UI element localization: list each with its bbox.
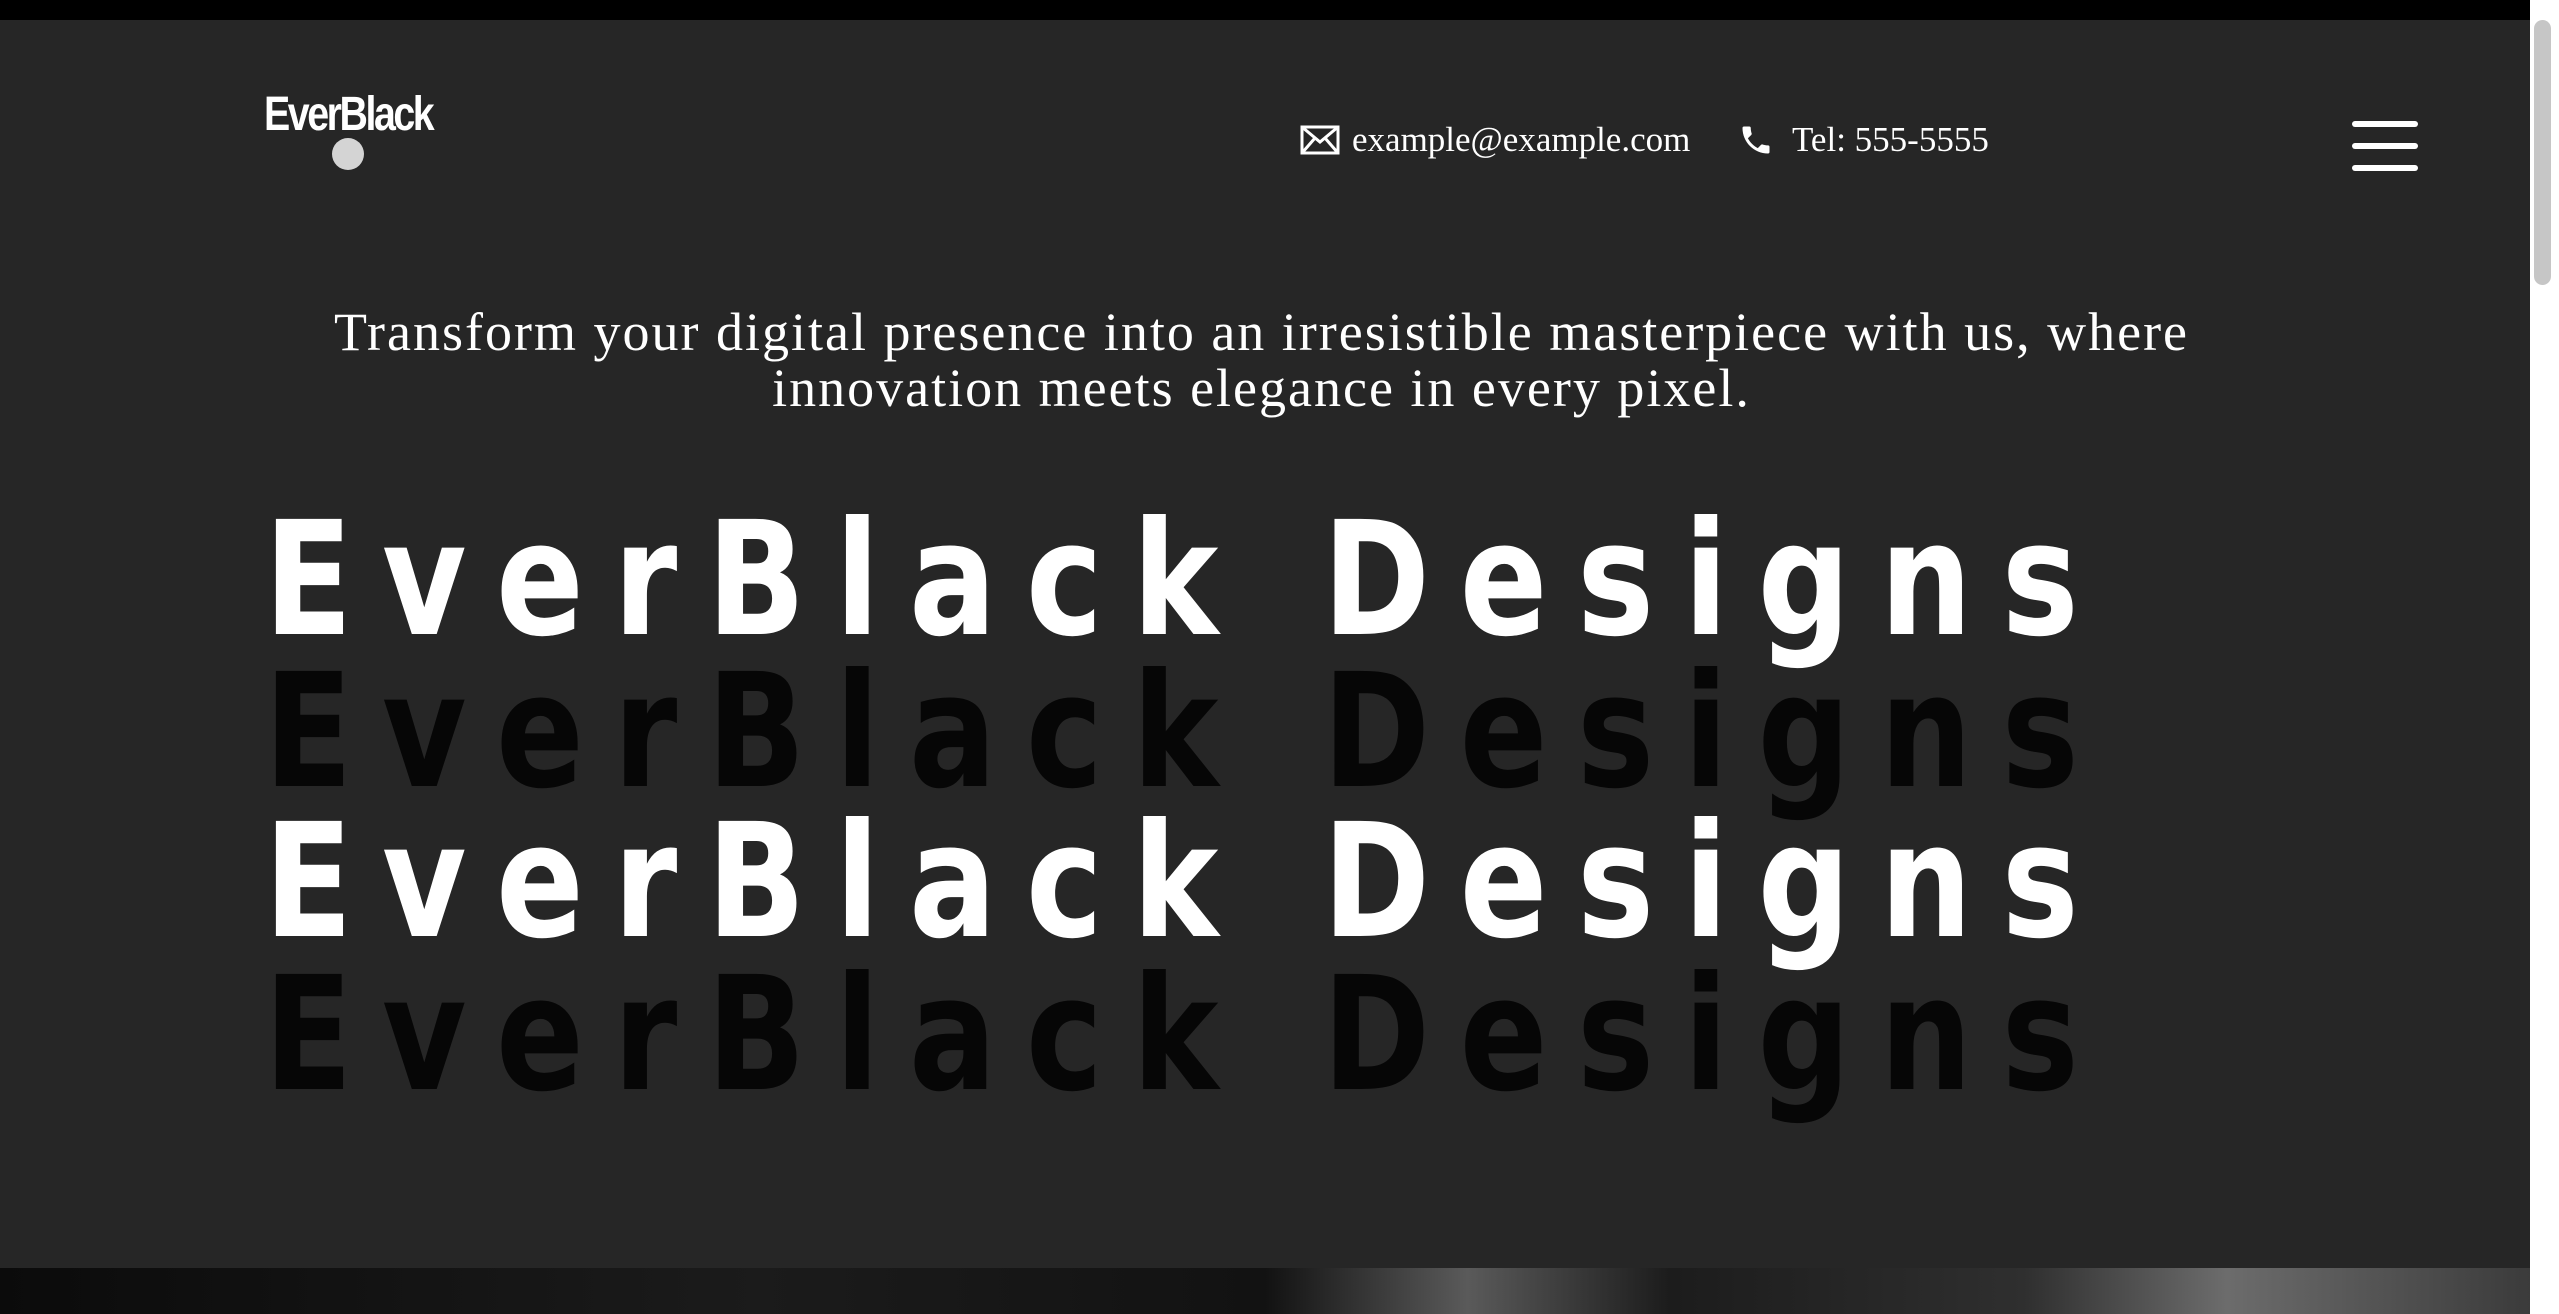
logo-dot (332, 138, 364, 170)
menu-bar-middle (2352, 143, 2418, 149)
envelope-icon (1300, 125, 1340, 155)
phone-text: Tel: 555-5555 (1792, 120, 1989, 159)
email-text: example@example.com (1352, 120, 1691, 159)
scrollbar-thumb[interactable] (2534, 20, 2551, 285)
hero-title-shadow-line: EverBlack Designs (264, 943, 2109, 1127)
menu-bar-bottom (2352, 165, 2418, 171)
menu-bar-top (2352, 121, 2418, 127)
phone-link[interactable]: Tel: 555-5555 (1738, 116, 1989, 164)
hero-image-strip (0, 1268, 2530, 1314)
hero-title-line: EverBlack Designs (264, 488, 2109, 672)
hero-tagline: Transform your digital presence into an … (333, 302, 2190, 418)
logo-text: EverBlack (264, 88, 435, 141)
phone-icon (1742, 126, 1770, 154)
hero-title-shadow-line: EverBlack Designs (264, 640, 2109, 824)
hamburger-menu-icon[interactable] (2352, 121, 2418, 171)
logo[interactable]: EverBlack (264, 88, 444, 178)
hero-title-line: EverBlack Designs (264, 790, 2109, 974)
email-link[interactable]: example@example.com (1300, 116, 1690, 164)
top-bar (0, 0, 2559, 20)
